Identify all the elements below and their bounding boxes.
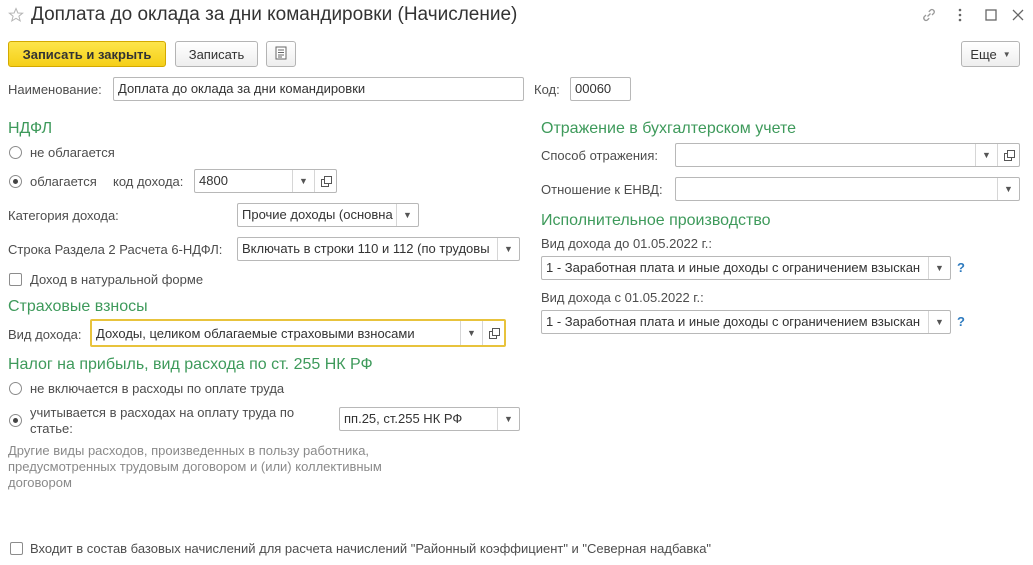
chevron-down-icon[interactable]: ▼ xyxy=(497,238,519,260)
chevron-down-icon: ▼ xyxy=(1002,49,1011,59)
name-field[interactable]: Доплата до оклада за дни командировки xyxy=(113,77,524,101)
insurance-income-type-label: Вид дохода: xyxy=(8,327,82,342)
code-value: 00060 xyxy=(575,81,612,96)
included-radio[interactable] xyxy=(9,414,22,427)
ndfl-section-title: НДФЛ xyxy=(8,120,53,137)
open-form-icon[interactable] xyxy=(314,170,336,192)
after-select[interactable]: 1 - Заработная плата и иные доходы с огр… xyxy=(541,310,951,334)
article-value: пп.25, ст.255 НК РФ xyxy=(344,411,463,426)
name-value: Доплата до оклада за дни командировки xyxy=(118,81,366,96)
name-label: Наименование: xyxy=(8,82,102,97)
more-label: Еще xyxy=(970,46,997,62)
chevron-down-icon[interactable]: ▼ xyxy=(997,178,1019,200)
not-included-radio[interactable] xyxy=(9,382,22,395)
in-kind-label[interactable]: Доход в натуральной форме xyxy=(30,272,203,287)
save-and-close-button[interactable]: Записать и закрыть xyxy=(8,41,166,67)
method-select[interactable]: ▼ xyxy=(675,143,1020,167)
before-select[interactable]: 1 - Заработная плата и иные доходы с огр… xyxy=(541,256,951,280)
report-icon xyxy=(275,46,287,63)
line-value: Включать в строки 110 и 112 (по трудовы xyxy=(242,241,490,256)
chevron-down-icon[interactable]: ▼ xyxy=(396,204,418,226)
save-button[interactable]: Записать xyxy=(175,41,258,67)
in-kind-checkbox[interactable] xyxy=(9,273,22,286)
before-value: 1 - Заработная плата и иные доходы с огр… xyxy=(546,260,921,275)
income-code-field[interactable]: 4800 ▼ xyxy=(194,169,337,193)
envd-label: Отношение к ЕНВД: xyxy=(541,182,663,197)
code-label: Код: xyxy=(534,82,560,97)
category-select[interactable]: Прочие доходы (основна ▼ xyxy=(237,203,419,227)
chevron-down-icon[interactable]: ▼ xyxy=(460,321,482,345)
link-icon[interactable] xyxy=(921,7,937,23)
category-label: Категория дохода: xyxy=(8,208,119,223)
income-code-label: код дохода: xyxy=(113,174,184,189)
after-label: Вид дохода с 01.05.2022 г.: xyxy=(541,290,704,305)
included-label-line2[interactable]: статье: xyxy=(30,421,73,436)
income-code-value: 4800 xyxy=(199,173,228,188)
insurance-income-type-value: Доходы, целиком облагаемые страховыми вз… xyxy=(96,326,415,341)
method-label: Способ отражения: xyxy=(541,148,658,163)
before-label: Вид дохода до 01.05.2022 г.: xyxy=(541,236,713,251)
open-form-icon[interactable] xyxy=(997,144,1019,166)
report-button[interactable] xyxy=(266,41,296,67)
after-value: 1 - Заработная плата и иные доходы с огр… xyxy=(546,314,921,329)
maximize-icon[interactable] xyxy=(984,8,998,22)
code-field[interactable]: 00060 xyxy=(570,77,631,101)
chevron-down-icon[interactable]: ▼ xyxy=(497,408,519,430)
chevron-down-icon[interactable]: ▼ xyxy=(928,257,950,279)
chevron-down-icon[interactable]: ▼ xyxy=(292,170,314,192)
profit-tax-hint: Другие виды расходов, произведенных в по… xyxy=(8,443,382,490)
more-vertical-icon[interactable] xyxy=(953,7,967,23)
accounting-section-title: Отражение в бухгалтерском учете xyxy=(541,120,796,137)
profit-tax-section-title: Налог на прибыль, вид расхода по ст. 255… xyxy=(8,356,373,373)
open-form-icon[interactable] xyxy=(482,321,504,345)
insurance-section-title: Страховые взносы xyxy=(8,298,148,315)
enforcement-section-title: Исполнительное производство xyxy=(541,212,771,229)
help-icon[interactable]: ? xyxy=(957,314,965,329)
insurance-income-type-select[interactable]: Доходы, целиком облагаемые страховыми вз… xyxy=(90,319,506,347)
base-accrual-checkbox[interactable] xyxy=(10,542,23,555)
category-value: Прочие доходы (основна xyxy=(242,207,393,222)
envd-select[interactable]: ▼ xyxy=(675,177,1020,201)
envd-value xyxy=(676,178,997,200)
favorite-star-icon[interactable] xyxy=(8,7,24,23)
not-included-label[interactable]: не включается в расходы по оплате труда xyxy=(30,381,284,396)
window-title: Доплата до оклада за дни командировки (Н… xyxy=(31,4,518,25)
included-label-line1[interactable]: учитывается в расходах на оплату труда п… xyxy=(30,405,294,420)
line-select[interactable]: Включать в строки 110 и 112 (по трудовы … xyxy=(237,237,520,261)
taxed-label[interactable]: облагается xyxy=(30,174,97,189)
base-accrual-label[interactable]: Входит в состав базовых начислений для р… xyxy=(30,541,711,556)
chevron-down-icon[interactable]: ▼ xyxy=(975,144,997,166)
line-label: Строка Раздела 2 Расчета 6-НДФЛ: xyxy=(8,242,223,257)
not-taxed-label[interactable]: не облагается xyxy=(30,145,115,160)
article-select[interactable]: пп.25, ст.255 НК РФ ▼ xyxy=(339,407,520,431)
taxed-radio[interactable] xyxy=(9,175,22,188)
close-icon[interactable] xyxy=(1011,8,1025,22)
method-value xyxy=(676,144,975,166)
more-menu-button[interactable]: Еще ▼ xyxy=(961,41,1020,67)
not-taxed-radio[interactable] xyxy=(9,146,22,159)
help-icon[interactable]: ? xyxy=(957,260,965,275)
chevron-down-icon[interactable]: ▼ xyxy=(928,311,950,333)
